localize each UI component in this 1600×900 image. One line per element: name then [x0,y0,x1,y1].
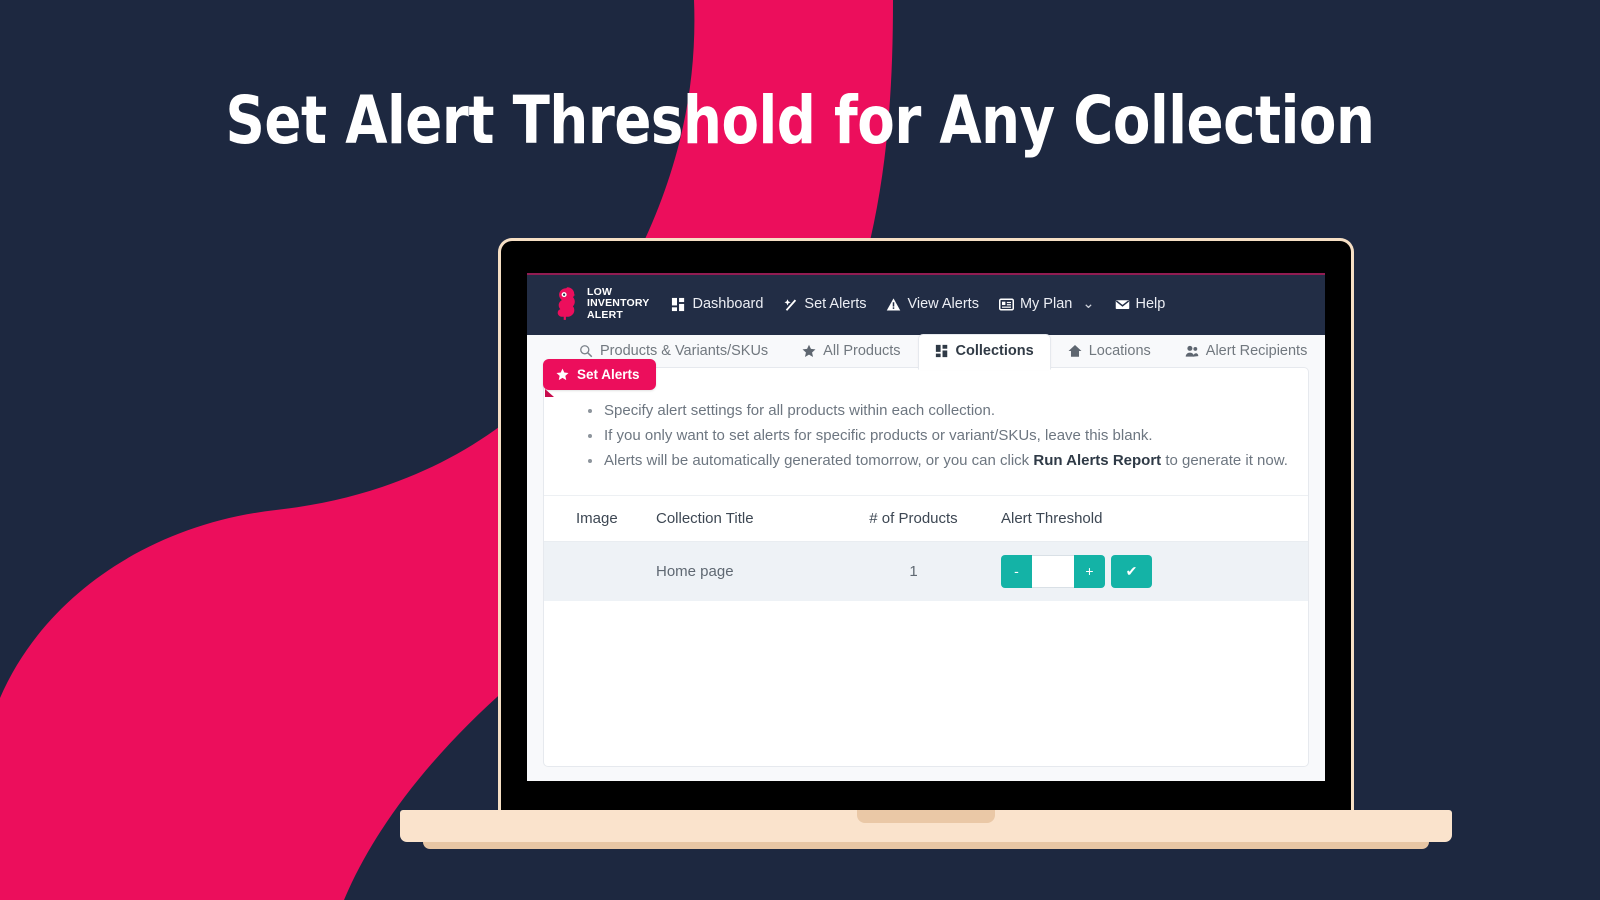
hint-list: Specify alert settings for all products … [544,368,1308,473]
column-header-image: Image [544,495,656,542]
nav-label: Dashboard [692,296,764,312]
table-head: Image Collection Title # of Products Ale… [544,495,1308,542]
laptop-base-notch [857,810,995,823]
cell-product-count: 1 [826,541,1001,601]
tab-label: All Products [823,343,901,359]
column-header-products: # of Products [826,495,1001,542]
laptop-mockup: LOW INVENTORY ALERT Dashboard Set Alerts… [400,238,1452,849]
home-icon [1068,345,1082,357]
collections-card: Products & Variants/SKUs All Products Co… [543,334,1309,767]
cell-alert-threshold: - + ✔ [1001,541,1231,601]
hint-item: Specify alert settings for all products … [584,398,1308,423]
table-header-row: Image Collection Title # of Products Ale… [544,495,1308,542]
app-navbar: LOW INVENTORY ALERT Dashboard Set Alerts… [527,273,1325,335]
threshold-decrement-button[interactable]: - [1001,555,1032,588]
tab-label: Collections [955,343,1034,359]
nav-label: Set Alerts [804,296,867,312]
tab-all-products[interactable]: All Products [785,334,917,369]
hint-text-pre: Alerts will be automatically generated t… [604,452,1034,469]
brand-wordmark: LOW INVENTORY ALERT [587,286,649,322]
nav-label: View Alerts [907,296,979,312]
laptop-screen: LOW INVENTORY ALERT Dashboard Set Alerts… [527,273,1325,781]
hint-item: If you only want to set alerts for speci… [584,423,1308,448]
envelope-icon [1115,299,1129,309]
nav-label: Help [1135,296,1166,312]
grid-squares-icon [935,344,947,358]
laptop-base-shadow [423,842,1429,849]
threshold-stepper: - + ✔ [1001,555,1231,588]
status-badge-label: Set Alerts [577,367,640,382]
column-header-threshold: Alert Threshold [1001,495,1231,542]
magic-wand-icon [784,298,797,311]
hint-text-strong: Run Alerts Report [1033,452,1162,469]
cell-image [544,541,656,601]
laptop-base-assembly [400,810,1452,849]
status-badge-set-alerts: Set Alerts [543,359,656,397]
tab-locations[interactable]: Locations [1051,334,1168,369]
nav-item-help[interactable]: Help [1115,296,1166,312]
nav-item-dashboard[interactable]: Dashboard [671,296,763,312]
hint-item: Alerts will be automatically generated t… [584,448,1308,473]
people-icon [1185,345,1199,357]
nav-item-set-alerts[interactable]: Set Alerts [783,296,866,312]
collections-table: Image Collection Title # of Products Ale… [544,495,1308,601]
nav-item-my-plan[interactable]: My Plan ⌄ [998,296,1095,312]
laptop-lid: LOW INVENTORY ALERT Dashboard Set Alerts… [498,238,1354,810]
tab-label: Locations [1088,343,1151,359]
hint-text-post: to generate it now. [1161,452,1288,469]
threshold-increment-button[interactable]: + [1074,555,1105,588]
cell-actions [1231,541,1308,601]
warning-triangle-icon [887,297,901,310]
hint-text: If you only want to set alerts for speci… [604,427,1153,444]
column-header-actions [1231,495,1308,542]
star-icon [802,344,816,358]
grid-squares-icon [672,297,685,311]
nav-item-view-alerts[interactable]: View Alerts [886,296,979,312]
table-body: Home page 1 - + ✔ [544,541,1308,601]
star-icon [556,368,569,381]
tab-label: Products & Variants/SKUs [600,343,769,359]
owl-bird-logo-icon [557,287,576,320]
id-card-icon [998,298,1014,310]
threshold-confirm-button[interactable]: ✔ [1111,555,1152,588]
chevron-down-icon: ⌄ [1082,296,1095,312]
brand-line-3: ALERT [587,308,623,321]
tab-collections[interactable]: Collections [917,334,1051,370]
tab-label: Alert Recipients [1205,343,1308,359]
tab-alert-recipients[interactable]: Alert Recipients [1168,334,1325,369]
threshold-input[interactable] [1032,555,1074,588]
nav-label: My Plan [1019,296,1073,312]
laptop-base [400,810,1452,842]
column-header-title: Collection Title [656,495,826,542]
search-icon [580,345,593,358]
tab-bar: Products & Variants/SKUs All Products Co… [562,332,1308,370]
brand-logo[interactable]: LOW INVENTORY ALERT [553,286,649,322]
cell-collection-title: Home page [656,541,826,601]
app-page-body: Set Alerts Products & Variants/SKUs All … [527,334,1325,781]
stepper-group: - + [1001,555,1105,588]
table-row[interactable]: Home page 1 - + ✔ [544,541,1308,601]
hero-title: Set Alert Threshold for Any Collection [225,82,1375,159]
hint-text: Specify alert settings for all products … [604,402,996,419]
tab-settings[interactable] [1324,336,1325,369]
